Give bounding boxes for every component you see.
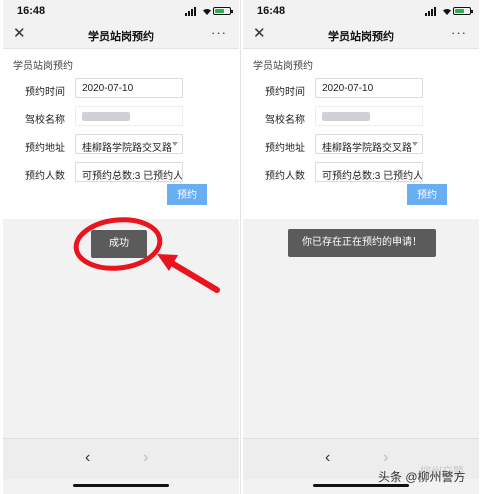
school-field[interactable] — [315, 106, 423, 126]
date-field[interactable]: 2020-07-10 — [315, 78, 423, 98]
more-icon[interactable]: ··· — [451, 25, 467, 40]
school-label: 驾校名称 — [265, 115, 305, 126]
address-label: 预约地址 — [25, 143, 65, 154]
book-button[interactable]: 预约 — [407, 184, 447, 205]
status-bar: 16:48 — [3, 0, 239, 22]
arrow-head-icon — [157, 254, 178, 271]
address-value: 桂柳路学院路交叉路 — [322, 143, 412, 154]
school-label: 驾校名称 — [25, 115, 65, 126]
caret-down-icon — [172, 142, 178, 146]
status-bar: 16:48 — [243, 0, 479, 22]
status-time: 16:48 — [17, 5, 46, 17]
count-label: 预约人数 — [265, 171, 305, 182]
forward-icon[interactable]: › — [383, 449, 388, 467]
booking-form: 学员站岗预约 预约时间 2020-07-10 驾校名称 预约地址 桂柳路学院路交… — [3, 49, 239, 219]
address-value: 桂柳路学院路交叉路 — [82, 143, 172, 154]
date-label: 预约时间 — [25, 87, 65, 98]
count-label: 预约人数 — [25, 171, 65, 182]
panel-divider — [240, 0, 241, 494]
error-toast: 你已存在正在预约的申请！ — [288, 229, 436, 257]
wifi-icon — [203, 8, 211, 15]
status-time: 16:48 — [257, 5, 286, 17]
signal-icon — [425, 7, 439, 16]
bottom-nav: ‹ › — [3, 438, 239, 479]
date-field[interactable]: 2020-07-10 — [75, 78, 183, 98]
wifi-icon — [443, 8, 451, 15]
address-row: 预约地址 桂柳路学院路交叉路 — [243, 134, 479, 156]
back-icon[interactable]: ‹ — [325, 449, 330, 467]
count-row: 预约人数 可预约总数:3 已预约人数 — [3, 162, 239, 184]
count-field: 可预约总数:3 已预约人数 — [315, 162, 423, 182]
count-row: 预约人数 可预约总数:3 已预约人数 — [243, 162, 479, 184]
address-label: 预约地址 — [265, 143, 305, 154]
arrow-shaft — [167, 259, 220, 293]
home-indicator — [73, 484, 169, 487]
section-title: 学员站岗预约 — [13, 61, 73, 72]
back-icon[interactable]: ‹ — [85, 449, 90, 467]
caret-down-icon — [412, 142, 418, 146]
battery-icon — [213, 7, 233, 15]
redacted-school-name — [82, 112, 130, 121]
nav-bar: ✕ 学员站岗预约 ··· — [243, 22, 479, 49]
school-row: 驾校名称 — [243, 106, 479, 128]
date-row: 预约时间 2020-07-10 — [243, 78, 479, 100]
school-field[interactable] — [75, 106, 183, 126]
count-field: 可预约总数:3 已预约人数 — [75, 162, 183, 182]
redacted-school-name — [322, 112, 370, 121]
school-row: 驾校名称 — [3, 106, 239, 128]
more-icon[interactable]: ··· — [211, 25, 227, 40]
section-title: 学员站岗预约 — [253, 61, 313, 72]
left-phone-screen: 16:48 ✕ 学员站岗预约 ··· 学员站岗预约 预约时间 2020-07-1… — [3, 0, 239, 494]
battery-icon — [453, 7, 473, 15]
success-toast: 成功 — [91, 230, 147, 258]
signal-icon — [185, 7, 199, 16]
address-select[interactable]: 桂柳路学院路交叉路 — [75, 134, 183, 154]
forward-icon[interactable]: › — [143, 449, 148, 467]
page-title: 学员站岗预约 — [88, 31, 154, 43]
watermark: 头条 @柳州警方 — [378, 470, 466, 484]
nav-bar: ✕ 学员站岗预约 ··· — [3, 22, 239, 49]
address-select[interactable]: 桂柳路学院路交叉路 — [315, 134, 423, 154]
booking-form: 学员站岗预约 预约时间 2020-07-10 驾校名称 预约地址 桂柳路学院路交… — [243, 49, 479, 219]
date-row: 预约时间 2020-07-10 — [3, 78, 239, 100]
address-row: 预约地址 桂柳路学院路交叉路 — [3, 134, 239, 156]
right-phone-screen: 16:48 ✕ 学员站岗预约 ··· 学员站岗预约 预约时间 2020-07-1… — [243, 0, 479, 494]
page-title: 学员站岗预约 — [328, 31, 394, 43]
date-label: 预约时间 — [265, 87, 305, 98]
book-button[interactable]: 预约 — [167, 184, 207, 205]
